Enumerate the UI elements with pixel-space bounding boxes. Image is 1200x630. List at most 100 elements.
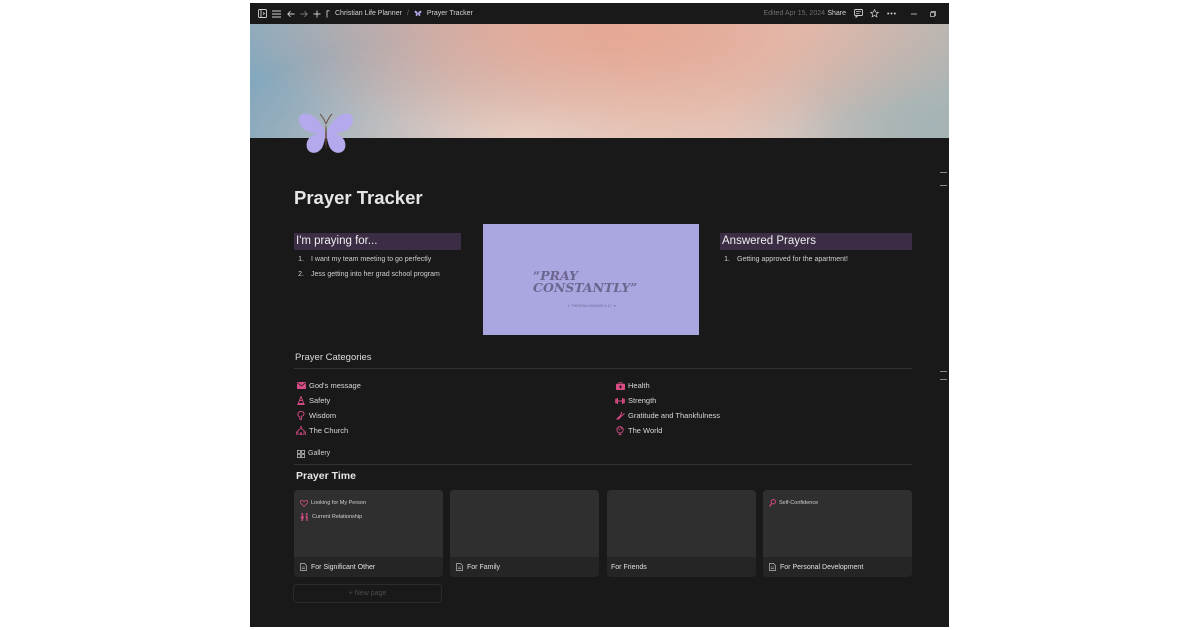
app-window: Christian Life Planner / Prayer Tracker …	[250, 3, 949, 627]
menu-icon[interactable]	[272, 3, 281, 24]
praise-icon	[615, 411, 625, 421]
category-label: Gratitude and Thankfulness	[628, 411, 721, 420]
answered-prayers-heading[interactable]: Answered Prayers	[720, 233, 912, 250]
minimize-icon[interactable]	[911, 3, 917, 24]
category-gratitude[interactable]: Gratitude and Thankfulness	[615, 409, 720, 422]
category-label: Safety	[309, 396, 331, 405]
card-preview	[607, 490, 756, 557]
list-item[interactable]: 2. Jess getting into her grad school prog…	[290, 267, 440, 282]
top-bar: Christian Life Planner / Prayer Tracker …	[250, 3, 949, 24]
card-preview	[450, 490, 599, 557]
gallery-view-tab[interactable]: Gallery	[297, 448, 330, 459]
page-title[interactable]: Prayer Tracker	[294, 187, 423, 209]
back-arrow-icon[interactable]	[287, 3, 295, 24]
heart-icon	[300, 499, 308, 507]
list-item[interactable]: 1. Getting approved for the apartment!	[716, 252, 848, 267]
divider	[294, 368, 912, 369]
quote-text: “PRAY CONSTANTLY”	[533, 268, 638, 295]
quote-image[interactable]: “PRAY CONSTANTLY” 1 THESSALONIANS 5:17 ➔	[483, 224, 699, 335]
forward-arrow-icon[interactable]	[300, 3, 308, 24]
breadcrumb-current[interactable]: Prayer Tracker	[427, 3, 473, 24]
quote-reference: 1 THESSALONIANS 5:17 ➔	[568, 304, 617, 308]
brain-icon	[296, 411, 306, 421]
page-marker-icon	[326, 9, 330, 17]
comment-icon[interactable]	[854, 3, 863, 24]
list-number: 1.	[724, 256, 730, 263]
category-label: The World	[628, 426, 663, 435]
card-footer: For Significant Other	[294, 557, 443, 577]
card-tag-label: Self-Confidence	[779, 500, 819, 506]
dumbbell-icon	[615, 396, 625, 406]
couple-icon	[300, 513, 309, 521]
breadcrumb: Christian Life Planner / Prayer Tracker	[326, 3, 473, 24]
category-the-world[interactable]: The World	[615, 424, 662, 437]
answered-prayers-list: 1. Getting approved for the apartment!	[716, 252, 848, 267]
category-gods-message[interactable]: God's message	[296, 379, 361, 392]
butterfly-icon	[414, 10, 422, 17]
gallery-view-label: Gallery	[308, 450, 331, 457]
praying-for-list: 1. I want my team meeting to go perfectly…	[290, 252, 440, 282]
card-title: For Significant Other	[311, 563, 376, 571]
card-title: For Friends	[611, 563, 647, 571]
document-icon	[300, 563, 307, 571]
breadcrumb-separator: /	[406, 10, 409, 17]
edited-timestamp: Edited Apr 15, 2024	[763, 10, 826, 17]
card-tag: Looking for My Person	[300, 498, 366, 508]
globe-icon	[615, 426, 625, 436]
list-number: 2.	[298, 271, 304, 278]
cone-icon	[296, 396, 306, 406]
category-label: God's message	[309, 381, 361, 390]
share-button[interactable]: Share	[827, 3, 846, 24]
scroll-marker	[940, 371, 947, 372]
card-footer: For Family	[450, 557, 599, 577]
card-footer: For Friends	[607, 557, 756, 577]
card-tag: Self-Confidence	[769, 498, 818, 508]
envelope-icon	[296, 381, 306, 391]
new-page-button[interactable]: + New page	[293, 584, 442, 603]
breadcrumb-parent[interactable]: Christian Life Planner	[335, 3, 402, 24]
categories-heading[interactable]: Prayer Categories	[295, 352, 372, 363]
category-label: Wisdom	[309, 411, 337, 420]
star-icon[interactable]	[870, 3, 879, 24]
category-label: Strength	[628, 396, 657, 405]
document-icon	[769, 563, 776, 571]
card-title: For Personal Development	[780, 563, 864, 571]
scroll-marker	[940, 172, 947, 173]
divider	[294, 464, 912, 465]
gallery-card[interactable]: For Friends	[607, 490, 756, 577]
sidebar-toggle-icon[interactable]	[258, 3, 267, 24]
category-wisdom[interactable]: Wisdom	[296, 409, 336, 422]
list-item-text[interactable]: Jess getting into her grad school progra…	[311, 267, 440, 282]
add-icon[interactable]	[313, 3, 321, 24]
card-tag-label: Current Relationship	[312, 514, 363, 520]
card-footer: For Personal Development	[763, 557, 912, 577]
gallery-card[interactable]: For Family	[450, 490, 599, 577]
more-options-icon[interactable]	[887, 3, 896, 24]
category-label: The Church	[309, 426, 349, 435]
church-icon	[296, 426, 306, 436]
prayer-time-heading[interactable]: Prayer Time	[296, 470, 356, 482]
card-tag: Current Relationship	[300, 512, 362, 522]
category-health[interactable]: Health	[615, 379, 650, 392]
category-label: Health	[628, 381, 650, 390]
praying-for-heading[interactable]: I'm praying for...	[294, 233, 461, 250]
document-icon	[456, 563, 463, 571]
card-tag-label: Looking for My Person	[311, 500, 367, 506]
gallery-card[interactable]: Self-Confidence For Personal Development	[763, 490, 912, 577]
gallery-card[interactable]: Looking for My Person Current Relationsh…	[294, 490, 443, 577]
list-item-text[interactable]: I want my team meeting to go perfectly	[311, 252, 431, 267]
card-title: For Family	[467, 563, 501, 571]
medkit-icon	[615, 381, 625, 391]
butterfly-icon[interactable]	[296, 110, 356, 156]
category-the-church[interactable]: The Church	[296, 424, 348, 437]
category-safety[interactable]: Safety	[296, 394, 330, 407]
scroll-marker	[940, 379, 947, 380]
list-number: 1.	[298, 256, 304, 263]
scroll-marker	[940, 185, 947, 186]
category-strength[interactable]: Strength	[615, 394, 656, 407]
list-item-text[interactable]: Getting approved for the apartment!	[737, 252, 848, 267]
mirror-icon	[769, 499, 776, 507]
list-item[interactable]: 1. I want my team meeting to go perfectly	[290, 252, 440, 267]
gallery-icon	[297, 449, 305, 458]
restore-icon[interactable]	[930, 3, 936, 24]
